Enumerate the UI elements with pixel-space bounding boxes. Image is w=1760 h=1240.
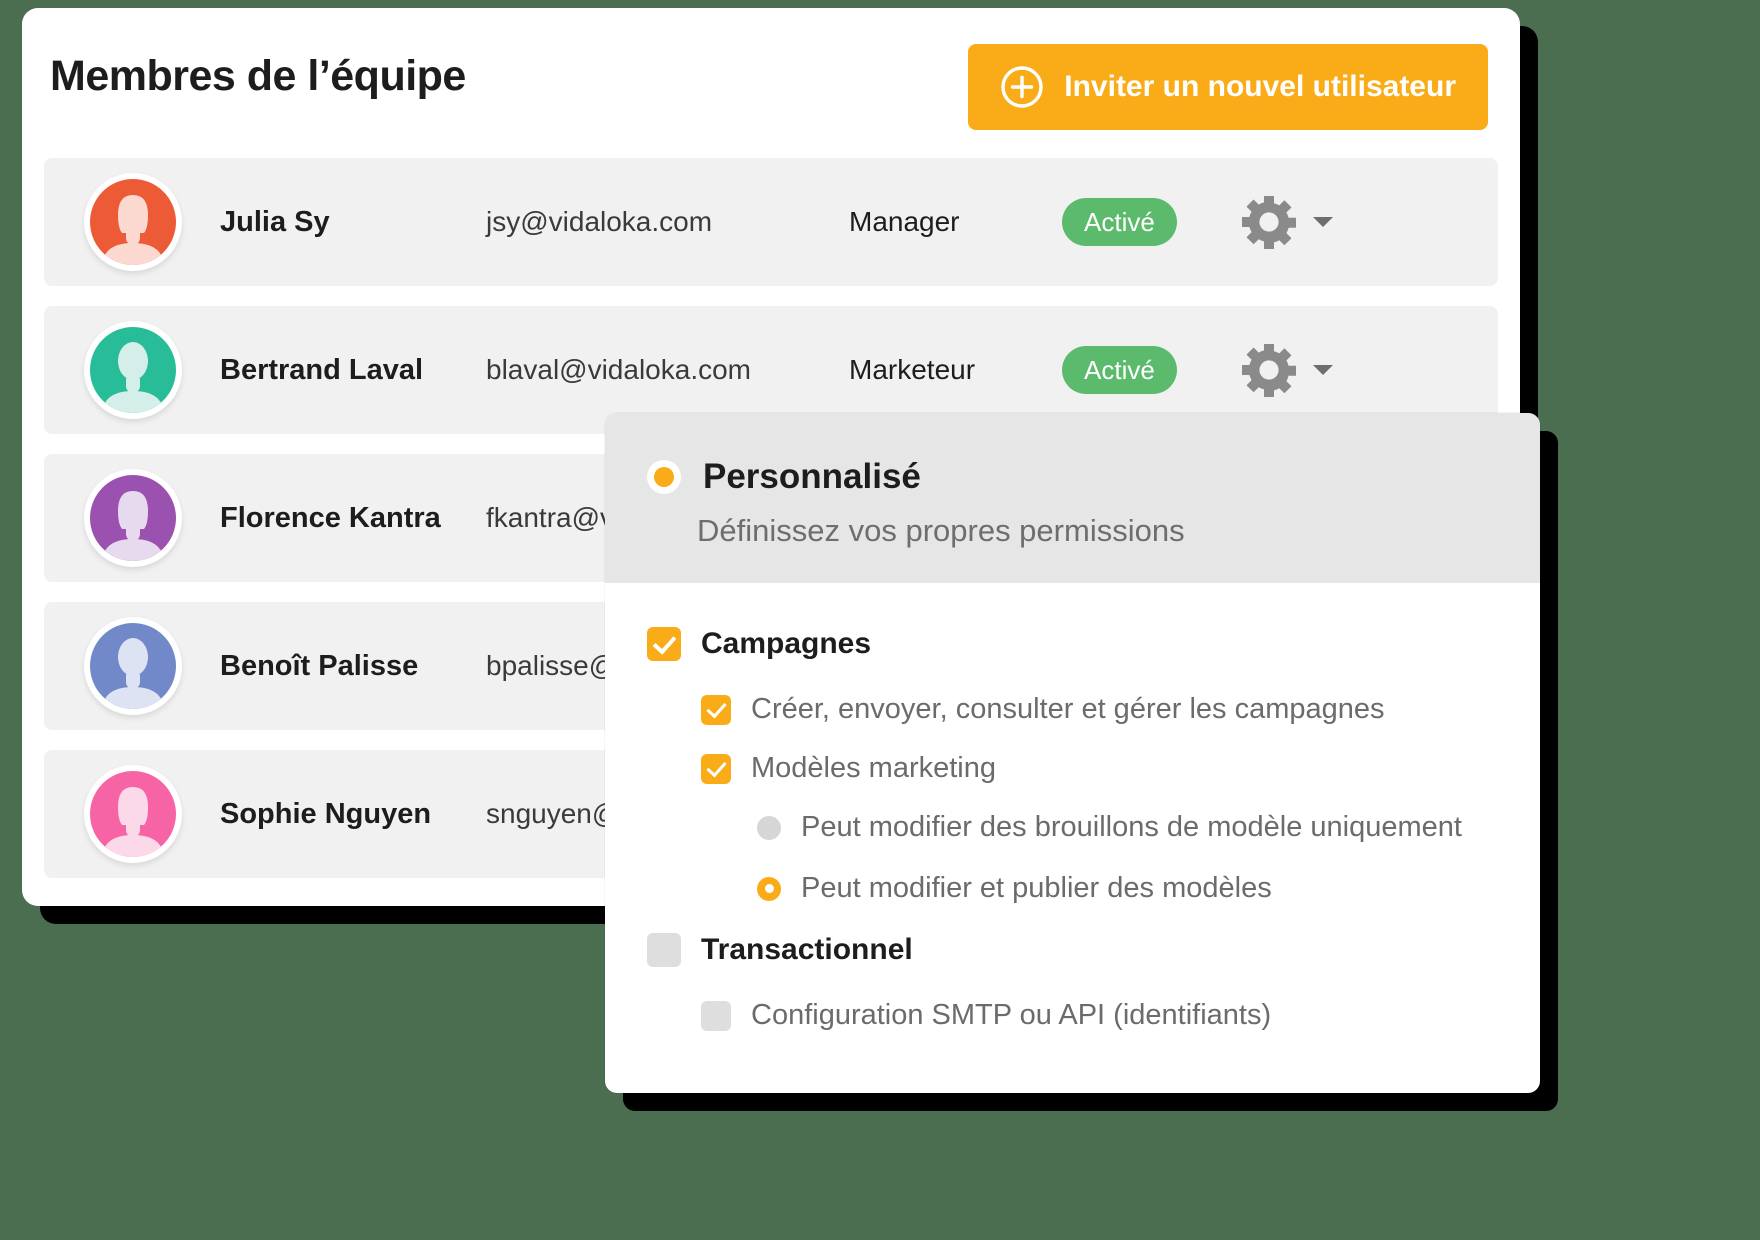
permission-item[interactable]: Créer, envoyer, consulter et gérer les c… bbox=[605, 693, 1540, 726]
page-title: Membres de l’équipe bbox=[50, 52, 466, 100]
permissions-popup: Personnalisé Définissez vos propres perm… bbox=[605, 413, 1540, 1093]
popup-title: Personnalisé bbox=[703, 457, 921, 496]
avatar bbox=[84, 765, 182, 863]
caret-down-icon[interactable] bbox=[1312, 363, 1334, 377]
caret-down-icon[interactable] bbox=[1312, 215, 1334, 229]
gear-icon[interactable] bbox=[1240, 193, 1298, 251]
permission-label: Peut modifier et publier des modèles bbox=[801, 872, 1272, 904]
member-email: jsy@vidaloka.com bbox=[486, 206, 713, 237]
card-header: Membres de l’équipe Inviter un nouvel ut… bbox=[22, 8, 1520, 168]
permission-item[interactable]: Modèles marketing bbox=[605, 752, 1540, 785]
permission-label: Peut modifier des brouillons de modèle u… bbox=[801, 811, 1462, 843]
popup-header: Personnalisé Définissez vos propres perm… bbox=[605, 413, 1540, 583]
permission-item[interactable]: Peut modifier des brouillons de modèle u… bbox=[605, 811, 1540, 844]
member-role: Marketeur bbox=[849, 354, 976, 385]
avatar-image bbox=[90, 623, 176, 709]
permission-label: Campagnes bbox=[701, 627, 872, 660]
member-name: Benoît Palisse bbox=[220, 649, 419, 682]
checkbox-unchecked-icon[interactable] bbox=[647, 933, 681, 967]
member-role: Manager bbox=[849, 206, 960, 237]
custom-role-option[interactable]: Personnalisé bbox=[605, 457, 1540, 497]
popup-subtitle: Définissez vos propres permissions bbox=[697, 513, 1185, 548]
avatar-image bbox=[90, 179, 176, 265]
gear-icon[interactable] bbox=[1240, 341, 1298, 399]
avatar-image bbox=[90, 475, 176, 561]
invite-new-user-button[interactable]: Inviter un nouvel utilisateur bbox=[968, 44, 1488, 130]
permission-label: Configuration SMTP ou API (identifiants) bbox=[751, 999, 1272, 1031]
permission-label: Créer, envoyer, consulter et gérer les c… bbox=[751, 693, 1385, 725]
row-settings-menu[interactable] bbox=[1240, 341, 1334, 399]
status-badge: Activé bbox=[1062, 346, 1177, 394]
status-badge: Activé bbox=[1062, 198, 1177, 246]
member-name: Bertrand Laval bbox=[220, 353, 424, 386]
checkbox-unchecked-icon[interactable] bbox=[701, 1000, 731, 1031]
permission-item[interactable]: Transactionnel bbox=[605, 933, 1540, 967]
avatar bbox=[84, 617, 182, 715]
radio-selected-icon[interactable] bbox=[647, 460, 681, 494]
table-row[interactable]: Julia Sy jsy@vidaloka.com Manager Activé bbox=[44, 158, 1498, 286]
member-name: Sophie Nguyen bbox=[220, 797, 432, 830]
avatar bbox=[84, 469, 182, 567]
avatar-image bbox=[90, 327, 176, 413]
radio-selected-icon[interactable] bbox=[757, 876, 781, 901]
checkbox-checked-icon[interactable] bbox=[701, 753, 731, 784]
radio-unselected-icon[interactable] bbox=[757, 815, 781, 840]
member-name: Julia Sy bbox=[220, 205, 330, 238]
permission-item[interactable]: Campagnes bbox=[605, 627, 1540, 661]
permission-item[interactable]: Peut modifier et publier des modèles bbox=[605, 872, 1540, 905]
member-name: Florence Kantra bbox=[220, 501, 441, 534]
permission-label: Transactionnel bbox=[701, 933, 913, 966]
row-settings-menu[interactable] bbox=[1240, 193, 1334, 251]
avatar bbox=[84, 321, 182, 419]
avatar-image bbox=[90, 771, 176, 857]
checkbox-checked-icon[interactable] bbox=[647, 627, 681, 661]
plus-circle-icon bbox=[1000, 65, 1044, 109]
permissions-list: Campagnes Créer, envoyer, consulter et gé… bbox=[605, 583, 1540, 1032]
checkbox-checked-icon[interactable] bbox=[701, 694, 731, 725]
member-email: blaval@vidaloka.com bbox=[486, 354, 751, 385]
avatar bbox=[84, 173, 182, 271]
invite-button-label: Inviter un nouvel utilisateur bbox=[1064, 70, 1456, 103]
permission-item[interactable]: Configuration SMTP ou API (identifiants) bbox=[605, 999, 1540, 1032]
permission-label: Modèles marketing bbox=[751, 752, 996, 784]
